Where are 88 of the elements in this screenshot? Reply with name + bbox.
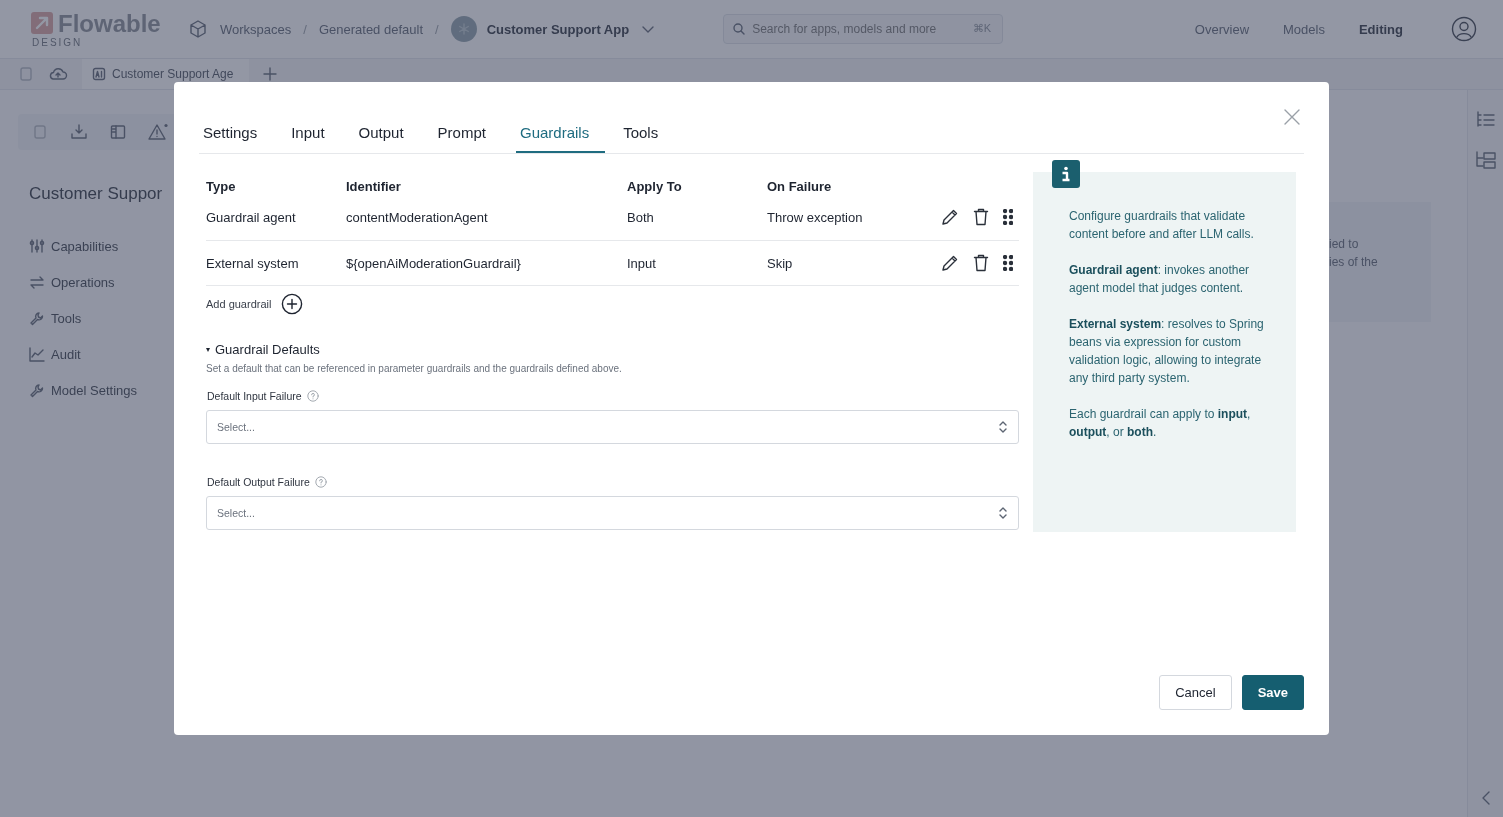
cloud-upload-icon[interactable]: [48, 66, 68, 82]
field-label: Default Output Failure: [207, 476, 310, 488]
sidebar-item[interactable]: Audit: [29, 336, 199, 372]
nav-link[interactable]: Models: [1283, 21, 1325, 37]
save-button[interactable]: Save: [1241, 675, 1304, 710]
ai-model-icon: [92, 67, 106, 81]
file-icon[interactable]: [18, 66, 34, 82]
user-avatar-icon[interactable]: [1451, 16, 1477, 42]
tab-label: Customer Support Age: [112, 67, 234, 81]
breadcrumb-separator: /: [303, 21, 307, 37]
sidebar-label: Operations: [51, 274, 115, 290]
table-cell-text: Input: [627, 255, 657, 271]
sidebar-item[interactable]: Operations: [29, 264, 199, 300]
section-description: Set a default that can be referenced in parameter guardrails and the guardrails defined above.: [206, 363, 623, 374]
table-cell-text: Guardrail agent: [206, 209, 297, 225]
tab[interactable]: Tools: [619, 122, 675, 153]
info-text: Each guardrail can apply to input, output, or both.: [1069, 406, 1252, 441]
outline-list-icon[interactable]: [1475, 110, 1496, 128]
table-cell-text: ${openAiModerationGuardrail}: [346, 255, 522, 271]
tab[interactable]: Output: [354, 122, 420, 153]
tree-icon[interactable]: [1474, 150, 1497, 170]
info-text: External system: resolves to Spring beans via expression for custom validation logic, allowing to integrate any third party system.: [1069, 316, 1265, 387]
delete-icon[interactable]: [973, 208, 989, 226]
column-header: On Failure: [767, 178, 833, 194]
add-guardrail-label: Add guardrail: [206, 298, 272, 310]
select-field[interactable]: Select...: [206, 496, 1019, 530]
table-cell-text: contentModerationAgent: [346, 209, 489, 225]
sort-arrows-icon: [998, 419, 1008, 435]
column-header: Apply To: [627, 178, 683, 194]
breadcrumb-link[interactable]: Customer Support App: [486, 21, 630, 37]
field-label: Default Input Failure: [207, 390, 302, 402]
download-icon[interactable]: [70, 124, 88, 140]
card-text: ies of the: [1329, 254, 1379, 271]
info-text: Guardrail agent: invokes another agent model that judges content.: [1069, 262, 1251, 297]
sliders-icon: [29, 238, 45, 254]
delete-icon[interactable]: [973, 254, 989, 272]
breadcrumb-link[interactable]: Generated default: [318, 21, 423, 37]
nav-link[interactable]: Overview: [1194, 21, 1250, 37]
sidebar-item[interactable]: Model Settings: [29, 372, 199, 408]
sidebar-label: Tools: [51, 310, 82, 326]
tab[interactable]: Input: [287, 122, 341, 153]
drag-handle-icon[interactable]: [1003, 255, 1013, 271]
cube-icon[interactable]: [188, 19, 208, 39]
nav-link[interactable]: Editing: [1358, 21, 1403, 37]
edit-icon[interactable]: [941, 208, 959, 226]
wrench-icon: [29, 382, 45, 398]
table-cell-text: External system: [206, 255, 300, 271]
breadcrumb-separator: /: [435, 21, 439, 37]
tab[interactable]: Settings: [199, 122, 274, 153]
table-cell-text: Both: [627, 209, 655, 225]
breadcrumb-link[interactable]: Workspaces: [220, 21, 292, 37]
add-icon[interactable]: [263, 67, 278, 81]
logo-icon: [30, 10, 54, 35]
help-icon[interactable]: [306, 390, 319, 402]
arrows-icon: [29, 274, 45, 290]
line-chart-icon: [29, 346, 45, 362]
app-avatar-icon: [450, 16, 477, 42]
table-cell-text: Throw exception: [767, 209, 864, 225]
column-header: Type: [206, 178, 237, 194]
section-title: Guardrail Defaults: [215, 342, 320, 357]
table-cell-text: Skip: [767, 255, 794, 271]
help-icon[interactable]: [314, 476, 327, 488]
close-icon[interactable]: [1284, 109, 1300, 125]
add-circle-icon[interactable]: [281, 293, 304, 315]
panel-icon[interactable]: [110, 124, 126, 140]
wrench-icon: [29, 310, 45, 326]
drag-handle-icon[interactable]: [1003, 209, 1013, 225]
sidebar-item[interactable]: Capabilities: [29, 228, 199, 264]
card-text: ied to: [1329, 236, 1360, 253]
tab[interactable]: Guardrails: [515, 122, 606, 153]
warning-icon[interactable]: [148, 123, 168, 141]
section-toggle[interactable]: Guardrail Defaults: [206, 342, 1019, 357]
sidebar-label: Audit: [51, 346, 81, 362]
sort-arrows-icon: [998, 505, 1008, 521]
file-icon[interactable]: [32, 124, 48, 140]
edit-icon[interactable]: [941, 254, 959, 272]
info-text: Configure guardrails that validate content before and after LLM calls.: [1069, 208, 1255, 243]
sidebar-label: Model Settings: [51, 382, 137, 398]
page-title: Customer Suppor: [29, 184, 164, 204]
cancel-button[interactable]: Cancel: [1159, 675, 1232, 710]
tab[interactable]: Prompt: [433, 122, 502, 153]
editor-tab[interactable]: Customer Support Age: [82, 59, 250, 89]
select-field[interactable]: Select...: [206, 410, 1019, 444]
search-icon: [733, 23, 746, 35]
logo-subtitle: DESIGN: [32, 36, 84, 48]
column-header: Identifier: [346, 178, 402, 194]
sidebar-label: Capabilities: [51, 238, 119, 254]
sidebar-item[interactable]: Tools: [29, 300, 199, 336]
